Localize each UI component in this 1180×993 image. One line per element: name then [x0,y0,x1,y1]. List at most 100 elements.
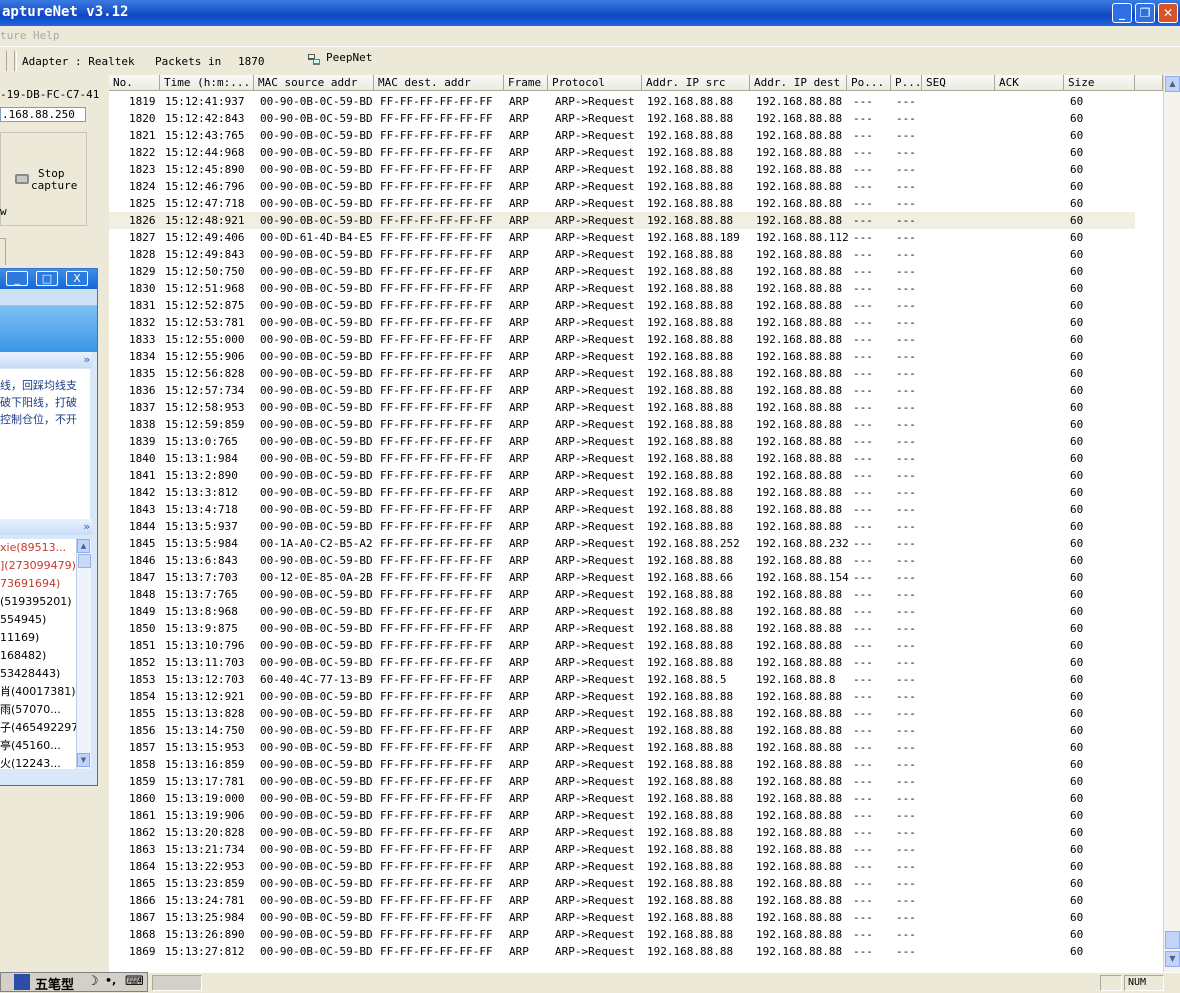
table-row[interactable]: 1845 15:13:5:984 00-1A-A0-C2-B5-A2 FF-FF-FF… [109,535,1135,552]
table-row[interactable]: 1865 15:13:23:859 00-90-0B-0C-59-BD FF-FF-F… [109,875,1135,892]
chat-maximize-button[interactable]: □ [36,271,58,286]
close-button[interactable]: ✕ [1158,3,1178,23]
column-header-ip-dst[interactable]: Addr. IP dest [750,75,847,91]
ime-mode-label[interactable]: 五笔型 [35,974,74,993]
contact-item[interactable]: 雨(57070... [0,701,76,719]
contact-list-scrollbar[interactable]: ▲ ▼ [76,539,91,769]
table-row[interactable]: 1842 15:13:3:812 00-90-0B-0C-59-BD FF-FF-FF… [109,484,1135,501]
keyboard-icon[interactable]: ⌨ [125,974,144,989]
contact-item[interactable]: 73691694) [0,575,76,593]
news-section-header[interactable]: » [0,352,92,368]
contacts-section-header[interactable]: » [0,519,92,535]
column-header-port[interactable]: Po... [847,75,891,91]
maximize-button[interactable]: ❐ [1135,3,1155,23]
stop-capture-button[interactable]: Stop capture [0,132,87,226]
table-row[interactable]: 1834 15:12:55:906 00-90-0B-0C-59-BD FF-FF-F… [109,348,1135,365]
chat-close-button[interactable]: X [66,271,88,286]
scroll-up-icon[interactable]: ▲ [1165,76,1180,92]
table-row[interactable]: 1855 15:13:13:828 00-90-0B-0C-59-BD FF-FF-F… [109,705,1135,722]
column-header-p[interactable]: P... [891,75,922,91]
scroll-thumb[interactable] [1165,931,1180,949]
table-row[interactable]: 1833 15:12:55:000 00-90-0B-0C-59-BD FF-FF-F… [109,331,1135,348]
table-row[interactable]: 1821 15:12:43:765 00-90-0B-0C-59-BD FF-FF-F… [109,127,1135,144]
table-row[interactable]: 1836 15:12:57:734 00-90-0B-0C-59-BD FF-FF-F… [109,382,1135,399]
contact-item[interactable]: 子(465492297) [0,719,76,737]
table-row[interactable]: 1822 15:12:44:968 00-90-0B-0C-59-BD FF-FF-F… [109,144,1135,161]
scroll-down-icon[interactable]: ▼ [77,753,90,767]
menu-item-help[interactable]: Help [33,29,60,42]
contact-item[interactable]: 火(12243... [0,755,76,769]
table-row[interactable]: 1860 15:13:19:000 00-90-0B-0C-59-BD FF-FF-F… [109,790,1135,807]
column-header-size[interactable]: Size [1064,75,1135,91]
table-row[interactable]: 1859 15:13:17:781 00-90-0B-0C-59-BD FF-FF-F… [109,773,1135,790]
table-row[interactable]: 1830 15:12:51:968 00-90-0B-0C-59-BD FF-FF-F… [109,280,1135,297]
contact-item[interactable]: xie(89513... [0,539,76,557]
column-header-mac-dst[interactable]: MAC dest. addr [374,75,504,91]
table-row[interactable]: 1829 15:12:50:750 00-90-0B-0C-59-BD FF-FF-F… [109,263,1135,280]
table-row[interactable]: 1850 15:13:9:875 00-90-0B-0C-59-BD FF-FF-FF… [109,620,1135,637]
table-row[interactable]: 1824 15:12:46:796 00-90-0B-0C-59-BD FF-FF-F… [109,178,1135,195]
table-row[interactable]: 1863 15:13:21:734 00-90-0B-0C-59-BD FF-FF-F… [109,841,1135,858]
table-row[interactable]: 1825 15:12:47:718 00-90-0B-0C-59-BD FF-FF-F… [109,195,1135,212]
table-row[interactable]: 1820 15:12:42:843 00-90-0B-0C-59-BD FF-FF-F… [109,110,1135,127]
chat-minimize-button[interactable]: _ [6,271,28,286]
network-icon[interactable] [306,52,322,68]
table-row[interactable]: 1837 15:12:58:953 00-90-0B-0C-59-BD FF-FF-F… [109,399,1135,416]
column-header-ip-src[interactable]: Addr. IP src [642,75,750,91]
table-row[interactable]: 1851 15:13:10:796 00-90-0B-0C-59-BD FF-FF-F… [109,637,1135,654]
table-row[interactable]: 1838 15:12:59:859 00-90-0B-0C-59-BD FF-FF-F… [109,416,1135,433]
table-row[interactable]: 1841 15:13:2:890 00-90-0B-0C-59-BD FF-FF-FF… [109,467,1135,484]
column-header-no[interactable]: No. [109,75,160,91]
peepnet-label[interactable]: PeepNet [326,51,372,64]
contact-item[interactable]: 53428443) [0,665,76,683]
contact-item[interactable]: (519395201) [0,593,76,611]
column-header-frame[interactable]: Frame [504,75,548,91]
contact-item[interactable]: 168482) [0,647,76,665]
table-row[interactable]: 1844 15:13:5:937 00-90-0B-0C-59-BD FF-FF-FF… [109,518,1135,535]
punctuation-icon[interactable]: •, [105,974,116,987]
table-row[interactable]: 1854 15:13:12:921 00-90-0B-0C-59-BD FF-FF-F… [109,688,1135,705]
table-row[interactable]: 1857 15:13:15:953 00-90-0B-0C-59-BD FF-FF-F… [109,739,1135,756]
table-row[interactable]: 1852 15:13:11:703 00-90-0B-0C-59-BD FF-FF-F… [109,654,1135,671]
moon-icon[interactable]: ☽ [87,974,99,989]
table-row[interactable]: 1832 15:12:53:781 00-90-0B-0C-59-BD FF-FF-F… [109,314,1135,331]
column-header-protocol[interactable]: Protocol [548,75,642,91]
table-row[interactable]: 1864 15:13:22:953 00-90-0B-0C-59-BD FF-FF-F… [109,858,1135,875]
column-header-mac-src[interactable]: MAC source addr [254,75,374,91]
column-header-time[interactable]: Time (h:m:... [160,75,254,91]
table-row[interactable]: 1840 15:13:1:984 00-90-0B-0C-59-BD FF-FF-FF… [109,450,1135,467]
ime-logo-icon[interactable] [14,974,30,990]
table-row[interactable]: 1839 15:13:0:765 00-90-0B-0C-59-BD FF-FF-FF… [109,433,1135,450]
table-row[interactable]: 1861 15:13:19:906 00-90-0B-0C-59-BD FF-FF-F… [109,807,1135,824]
menu-item-capture[interactable]: ture [0,29,27,42]
table-row[interactable]: 1867 15:13:25:984 00-90-0B-0C-59-BD FF-FF-F… [109,909,1135,926]
scroll-down-icon[interactable]: ▼ [1165,951,1180,967]
table-row[interactable]: 1868 15:13:26:890 00-90-0B-0C-59-BD FF-FF-F… [109,926,1135,943]
table-row[interactable]: 1819 15:12:41:937 00-90-0B-0C-59-BD FF-FF-F… [109,93,1135,110]
contact-item[interactable]: ](273099479) [0,557,76,575]
contact-item[interactable]: 亭(45160... [0,737,76,755]
column-header-ack[interactable]: ACK [995,75,1064,91]
table-row[interactable]: 1831 15:12:52:875 00-90-0B-0C-59-BD FF-FF-F… [109,297,1135,314]
column-header-seq[interactable]: SEQ [922,75,995,91]
contact-item[interactable]: 肖(40017381) [0,683,76,701]
table-row[interactable]: 1843 15:13:4:718 00-90-0B-0C-59-BD FF-FF-FF… [109,501,1135,518]
table-row[interactable]: 1856 15:13:14:750 00-90-0B-0C-59-BD FF-FF-F… [109,722,1135,739]
contact-item[interactable]: 554945) [0,611,76,629]
ip-field[interactable]: .168.88.250 [0,107,86,122]
table-row[interactable]: 1858 15:13:16:859 00-90-0B-0C-59-BD FF-FF-F… [109,756,1135,773]
minimize-button[interactable]: _ [1112,3,1132,23]
table-row[interactable]: 1853 15:13:12:703 60-40-4C-77-13-B9 FF-FF-F… [109,671,1135,688]
table-row[interactable]: 1826 15:12:48:921 00-90-0B-0C-59-BD FF-FF-F… [109,212,1135,229]
table-row[interactable]: 1862 15:13:20:828 00-90-0B-0C-59-BD FF-FF-F… [109,824,1135,841]
table-row[interactable]: 1848 15:13:7:765 00-90-0B-0C-59-BD FF-FF-FF… [109,586,1135,603]
scroll-thumb[interactable] [78,554,91,568]
table-row[interactable]: 1827 15:12:49:406 00-0D-61-4D-B4-E5 FF-FF-F… [109,229,1135,246]
table-row[interactable]: 1847 15:13:7:703 00-12-0E-85-0A-2B FF-FF-FF… [109,569,1135,586]
table-row[interactable]: 1823 15:12:45:890 00-90-0B-0C-59-BD FF-FF-F… [109,161,1135,178]
table-row[interactable]: 1835 15:12:56:828 00-90-0B-0C-59-BD FF-FF-F… [109,365,1135,382]
table-row[interactable]: 1869 15:13:27:812 00-90-0B-0C-59-BD FF-FF-F… [109,943,1135,960]
table-row[interactable]: 1846 15:13:6:843 00-90-0B-0C-59-BD FF-FF-FF… [109,552,1135,569]
table-row[interactable]: 1866 15:13:24:781 00-90-0B-0C-59-BD FF-FF-F… [109,892,1135,909]
contact-item[interactable]: 11169) [0,629,76,647]
